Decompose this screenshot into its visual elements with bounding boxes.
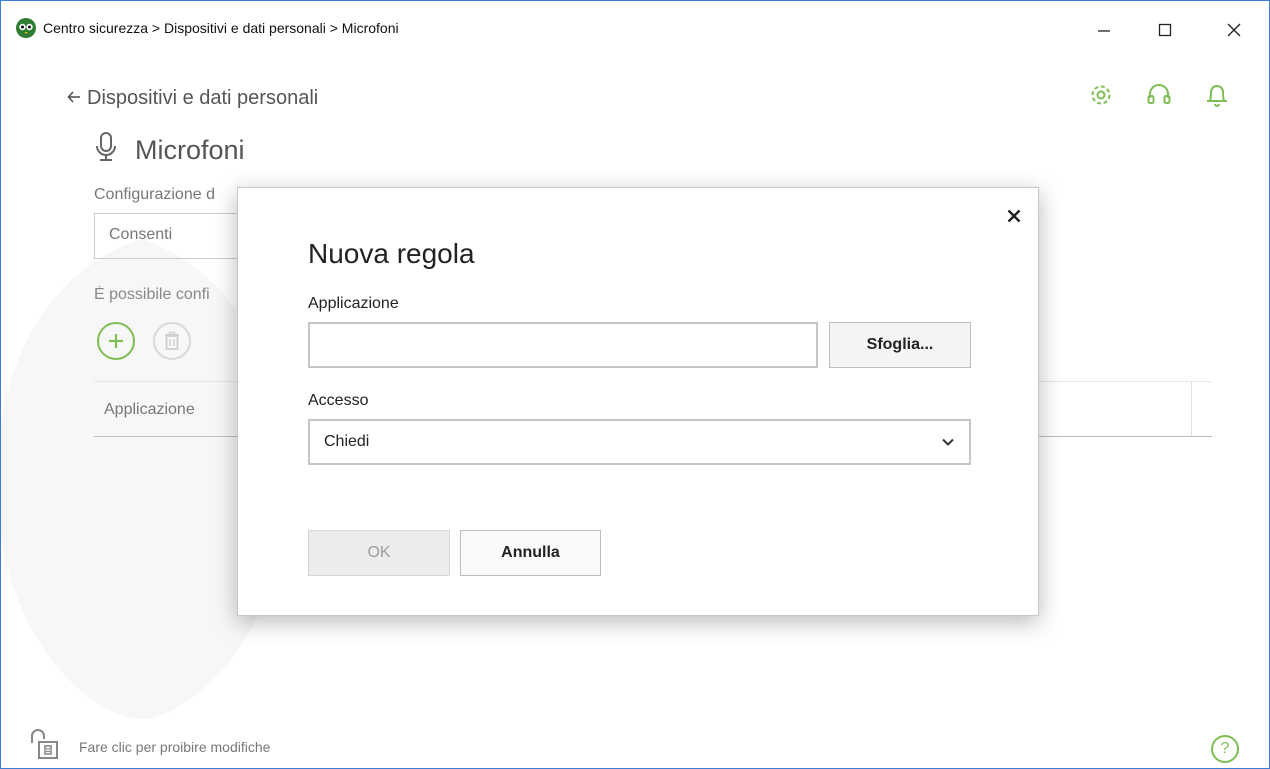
page-title: Microfoni xyxy=(135,135,245,165)
application-label: Applicazione xyxy=(308,295,399,312)
maximize-icon xyxy=(1158,23,1172,37)
browse-button[interactable]: Sfoglia... xyxy=(829,322,971,368)
headset-icon[interactable] xyxy=(1145,81,1173,109)
dialog-close-button[interactable] xyxy=(1004,206,1024,226)
lock-text: Fare clic per proibire modifiche xyxy=(79,738,271,755)
lock-toggle[interactable]: Fare clic per proibire modifiche xyxy=(29,727,270,766)
minimize-button[interactable] xyxy=(1084,15,1124,45)
column-header-application[interactable]: Applicazione xyxy=(104,401,195,419)
back-link-label: Dispositivi e dati personali xyxy=(87,87,319,109)
owl-logo-icon xyxy=(15,17,37,39)
add-rule-button[interactable] xyxy=(97,322,135,360)
header-toolbar xyxy=(1087,81,1231,109)
title-bar: Centro sicurezza > Dispositivi e dati pe… xyxy=(1,1,1269,59)
delete-rule-button[interactable] xyxy=(153,322,191,360)
ok-button[interactable]: OK xyxy=(308,530,450,576)
close-icon xyxy=(1007,209,1021,223)
help-button[interactable]: ? xyxy=(1211,735,1239,763)
microphone-icon xyxy=(95,131,117,170)
access-label: Accesso xyxy=(308,392,369,409)
access-select[interactable]: Chiedi xyxy=(308,419,971,465)
maximize-button[interactable] xyxy=(1145,15,1185,45)
unlock-icon xyxy=(29,727,65,766)
dialog-title: Nuova regola xyxy=(308,238,475,269)
access-select-value: Chiedi xyxy=(324,433,370,450)
cancel-button[interactable]: Annulla xyxy=(460,530,601,576)
application-input[interactable] xyxy=(308,322,818,368)
back-link[interactable]: Dispositivi e dati personali xyxy=(67,87,318,110)
close-window-button[interactable] xyxy=(1214,15,1254,45)
window-title: Centro sicurezza > Dispositivi e dati pe… xyxy=(43,20,399,36)
config-label: Configurazione d xyxy=(94,186,215,203)
gear-icon[interactable] xyxy=(1087,81,1115,109)
hint-text: È possibile confi xyxy=(94,286,210,303)
bell-icon[interactable] xyxy=(1203,81,1231,109)
chevron-down-icon xyxy=(941,435,955,449)
trash-icon xyxy=(165,331,179,350)
close-icon xyxy=(1227,23,1241,37)
plus-icon xyxy=(109,334,123,348)
app-window: Centro sicurezza > Dispositivi e dati pe… xyxy=(0,0,1270,769)
column-divider xyxy=(1191,382,1192,436)
section-header: Microfoni xyxy=(95,131,245,170)
minimize-icon xyxy=(1098,30,1110,32)
new-rule-dialog: Nuova regola Applicazione Sfoglia... Acc… xyxy=(237,187,1039,616)
arrow-left-icon xyxy=(67,87,81,110)
